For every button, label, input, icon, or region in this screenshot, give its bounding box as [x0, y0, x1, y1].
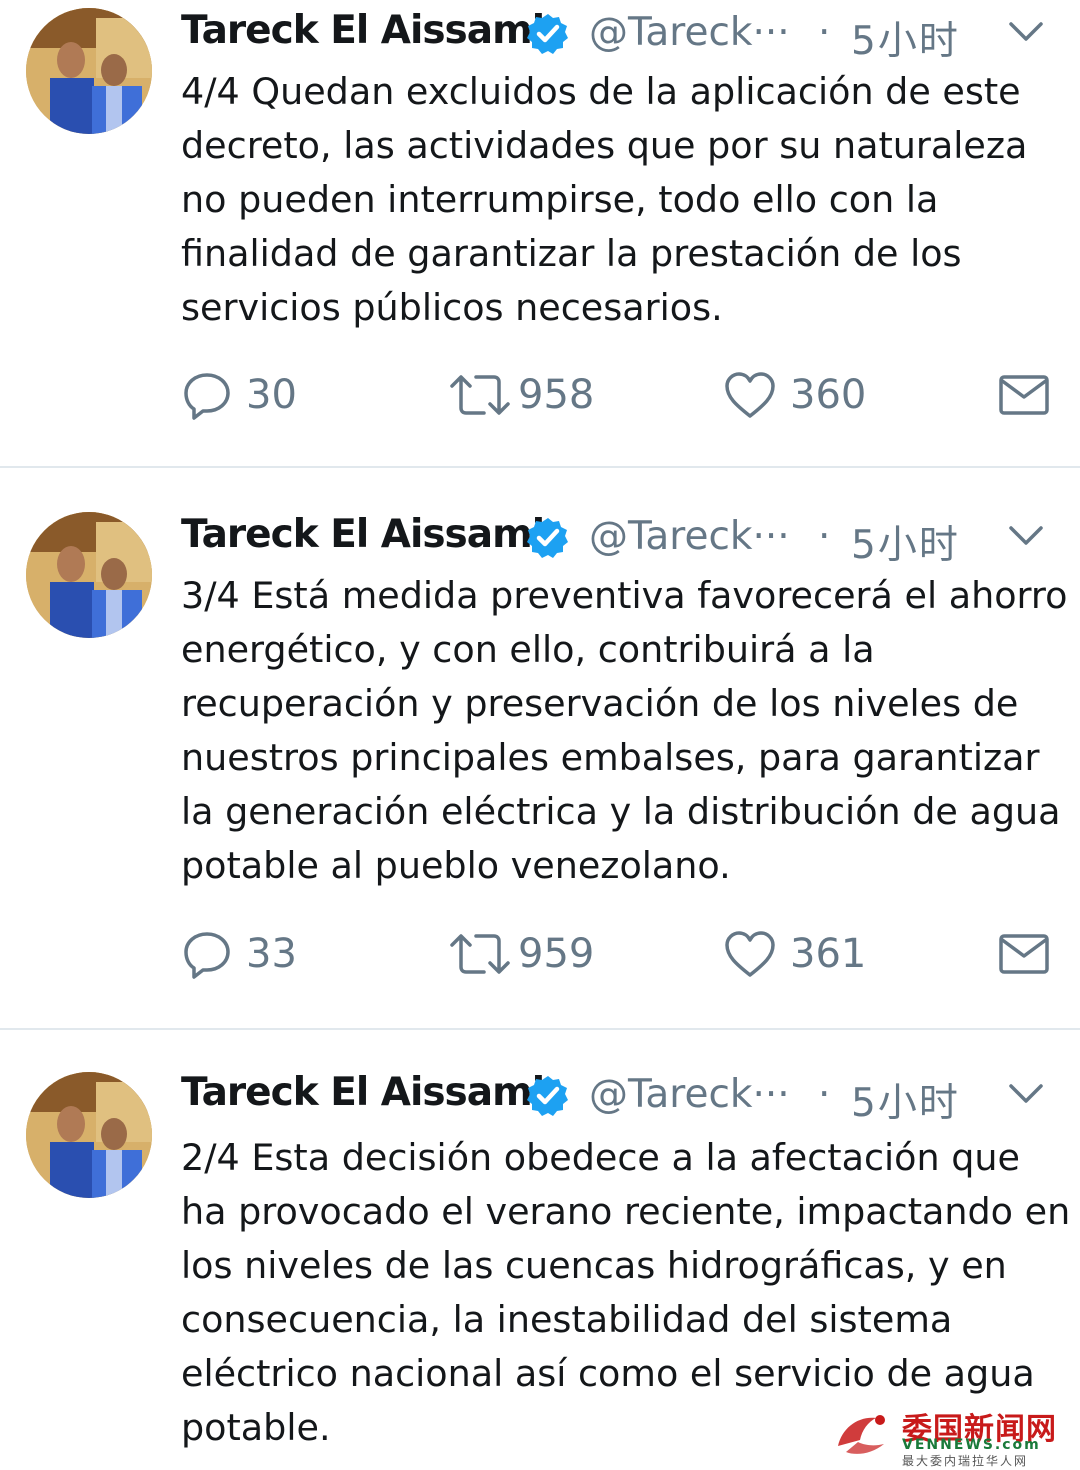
retweet-count: 958: [518, 372, 595, 418]
avatar[interactable]: [26, 1072, 152, 1198]
avatar[interactable]: [26, 8, 152, 134]
avatar[interactable]: [26, 512, 152, 638]
share-dm-button[interactable]: [998, 924, 1050, 984]
envelope-icon: [999, 934, 1049, 974]
retweet-button[interactable]: 959: [448, 924, 594, 984]
tweet-header: Tareck El Aissami @Tareck··· · 5小时: [181, 1070, 1080, 1126]
reply-icon: [184, 373, 230, 420]
verified-badge-icon: [527, 518, 568, 558]
timestamp[interactable]: 5小时: [851, 1072, 960, 1128]
chevron-down-icon[interactable]: [1006, 516, 1046, 556]
author-handle[interactable]: @Tareck···: [589, 1072, 790, 1117]
tweet-text: 4/4 Quedan excluidos de la aplicación de…: [181, 70, 1028, 329]
heart-icon: [725, 931, 775, 977]
retweet-icon: [450, 934, 510, 974]
site-watermark: 委国新闻网 VENNEWS.com 最大委内瑞拉华人网: [832, 1404, 1072, 1468]
share-dm-button[interactable]: [998, 365, 1050, 425]
reply-button[interactable]: 30: [182, 365, 297, 425]
tweet-text: 3/4 Está medida preventiva favorecerá el…: [181, 574, 1068, 887]
watermark-logo-icon: [838, 1415, 885, 1454]
reply-icon: [184, 932, 230, 979]
like-button[interactable]: 361: [724, 924, 866, 984]
chevron-down-icon[interactable]: [1006, 12, 1046, 52]
separator-dot: ·: [818, 10, 831, 55]
like-count: 360: [790, 372, 867, 418]
tweet-actions: 30 958 360: [0, 365, 1080, 425]
reply-count: 33: [246, 931, 297, 977]
author-name[interactable]: Tareck El Aissami: [181, 1070, 545, 1115]
timestamp[interactable]: 5小时: [851, 10, 960, 66]
like-button[interactable]: 360: [724, 365, 866, 425]
envelope-icon: [999, 375, 1049, 415]
reply-count: 30: [246, 372, 297, 418]
author-handle[interactable]: @Tareck···: [589, 514, 790, 559]
verified-badge-icon: [527, 14, 568, 54]
heart-icon: [725, 372, 775, 418]
reply-button[interactable]: 33: [182, 924, 297, 984]
timestamp[interactable]: 5小时: [851, 514, 960, 570]
separator-dot: ·: [818, 514, 831, 559]
tweet-actions: 33 959 361: [0, 924, 1080, 984]
tweet[interactable]: Tareck El Aissami @Tareck··· · 5小时 4/4 Q…: [0, 0, 1080, 468]
chevron-down-icon[interactable]: [1006, 1074, 1046, 1114]
author-handle[interactable]: @Tareck···: [589, 10, 790, 55]
retweet-count: 959: [518, 931, 595, 977]
verified-badge-icon: [527, 1076, 568, 1116]
tweet-header: Tareck El Aissami @Tareck··· · 5小时: [181, 512, 1080, 568]
retweet-button[interactable]: 958: [448, 365, 594, 425]
retweet-icon: [450, 375, 510, 415]
like-count: 361: [790, 931, 867, 977]
watermark-subtitle: 最大委内瑞拉华人网: [902, 1454, 1029, 1468]
separator-dot: ·: [818, 1072, 831, 1117]
tweet[interactable]: Tareck El Aissami @Tareck··· · 5小时 2/4 E…: [0, 1030, 1080, 1470]
tweet-header: Tareck El Aissami @Tareck··· · 5小时: [181, 8, 1080, 64]
author-name[interactable]: Tareck El Aissami: [181, 8, 545, 53]
tweet[interactable]: Tareck El Aissami @Tareck··· · 5小时 3/4 E…: [0, 468, 1080, 1030]
watermark-site: VENNEWS.com: [902, 1437, 1041, 1453]
author-name[interactable]: Tareck El Aissami: [181, 512, 545, 557]
